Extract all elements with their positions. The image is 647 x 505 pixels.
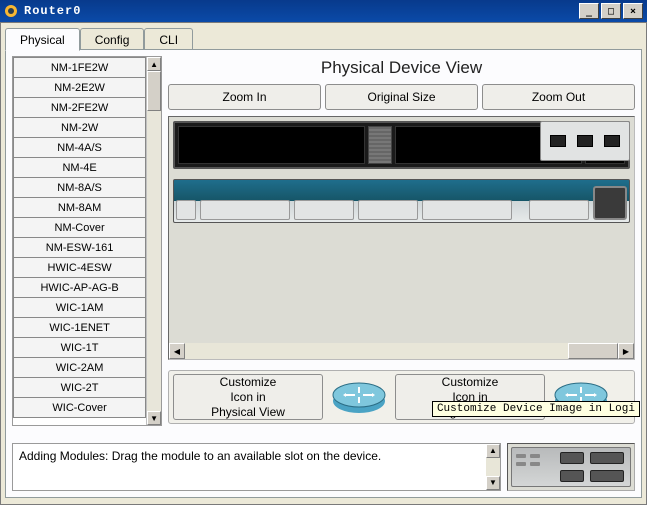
module-item[interactable]: WIC-1AM: [13, 297, 146, 318]
module-item[interactable]: NM-8AM: [13, 197, 146, 218]
chassis-slot-row-bottom[interactable]: [173, 179, 630, 223]
led-icon: [530, 454, 540, 458]
maximize-button[interactable]: □: [601, 3, 621, 19]
led-icon: [516, 454, 526, 458]
scroll-up-icon[interactable]: ▲: [147, 57, 161, 71]
module-scrollbar[interactable]: ▲ ▼: [147, 57, 161, 425]
port-icon[interactable]: [604, 135, 620, 147]
port-icon[interactable]: [577, 135, 593, 147]
titlebar: Router0 _ □ ×: [0, 0, 647, 22]
zoom-controls: Zoom In Original Size Zoom Out: [168, 84, 635, 110]
device-hscroll[interactable]: ◀ ▶: [169, 343, 634, 359]
scroll-down-icon[interactable]: ▼: [486, 476, 500, 490]
empty-slot[interactable]: [178, 126, 365, 164]
module-item[interactable]: NM-2FE2W: [13, 97, 146, 118]
led-icon: [530, 462, 540, 466]
module-item[interactable]: NM-ESW-161: [13, 237, 146, 258]
zoom-out-button[interactable]: Zoom Out: [482, 84, 635, 110]
scroll-left-icon[interactable]: ◀: [169, 343, 185, 359]
module-item[interactable]: WIC-2AM: [13, 357, 146, 378]
serial-port-icon: [590, 452, 624, 464]
module-item[interactable]: WIC-Cover: [13, 397, 146, 418]
chassis-ear: [368, 126, 392, 164]
customize-row: Customize Icon in Physical View Customiz…: [168, 370, 635, 424]
module-item[interactable]: NM-8A/S: [13, 177, 146, 198]
description-scrollbar[interactable]: ▲ ▼: [486, 444, 500, 490]
installed-module[interactable]: [540, 121, 630, 161]
module-item[interactable]: NM-2W: [13, 117, 146, 138]
window-title: Router0: [24, 4, 579, 18]
app-icon: [4, 4, 18, 18]
wic-slot[interactable]: [422, 200, 512, 220]
module-item[interactable]: HWIC-AP-AG-B: [13, 277, 146, 298]
module-description: Adding Modules: Drag the module to an av…: [12, 443, 501, 491]
power-input: [529, 200, 589, 220]
serial-port-icon: [560, 452, 584, 464]
tab-cli[interactable]: CLI: [144, 28, 193, 50]
module-item[interactable]: WIC-1T: [13, 337, 146, 358]
tab-config[interactable]: Config: [80, 28, 145, 50]
module-item[interactable]: NM-1FE2W: [13, 57, 146, 78]
power-switch[interactable]: [593, 186, 627, 220]
module-preview[interactable]: [507, 443, 635, 491]
serial-port-icon: [590, 470, 624, 482]
ethernet-ports[interactable]: [358, 200, 418, 220]
chassis-slot-row-top[interactable]: [173, 121, 630, 169]
customize-physical-button[interactable]: Customize Icon in Physical View: [173, 374, 323, 420]
module-thumbnail[interactable]: [511, 447, 631, 487]
scroll-track[interactable]: [185, 343, 618, 359]
scroll-track[interactable]: [486, 458, 500, 476]
module-list: NM-1FE2W NM-2E2W NM-2FE2W NM-2W NM-4A/S …: [13, 57, 147, 425]
module-item[interactable]: HWIC-4ESW: [13, 257, 146, 278]
router-icon: [331, 377, 387, 417]
serial-port-icon: [560, 470, 584, 482]
original-size-button[interactable]: Original Size: [325, 84, 478, 110]
scroll-down-icon[interactable]: ▼: [147, 411, 161, 425]
tab-physical[interactable]: Physical: [5, 28, 80, 51]
scroll-right-icon[interactable]: ▶: [618, 343, 634, 359]
power-led: [176, 200, 196, 220]
tooltip: Customize Device Image in Logi: [432, 401, 640, 417]
app-frame: Physical Config CLI NM-1FE2W NM-2E2W NM-…: [0, 22, 647, 505]
module-item[interactable]: NM-4E: [13, 157, 146, 178]
physical-view-title: Physical Device View: [168, 56, 635, 84]
close-button[interactable]: ×: [623, 3, 643, 19]
module-item[interactable]: WIC-1ENET: [13, 317, 146, 338]
physical-panel: NM-1FE2W NM-2E2W NM-2FE2W NM-2W NM-4A/S …: [5, 49, 642, 498]
tab-bar: Physical Config CLI: [1, 23, 646, 49]
description-text: Adding Modules: Drag the module to an av…: [19, 449, 381, 463]
zoom-in-button[interactable]: Zoom In: [168, 84, 321, 110]
port-icon[interactable]: [550, 135, 566, 147]
module-item[interactable]: NM-4A/S: [13, 137, 146, 158]
module-item[interactable]: NM-2E2W: [13, 77, 146, 98]
scroll-track[interactable]: [147, 111, 161, 411]
console-aux-ports[interactable]: [294, 200, 354, 220]
scroll-thumb[interactable]: [568, 343, 618, 359]
scroll-up-icon[interactable]: ▲: [486, 444, 500, 458]
minimize-button[interactable]: _: [579, 3, 599, 19]
module-item[interactable]: WIC-2T: [13, 377, 146, 398]
scroll-thumb[interactable]: [147, 71, 161, 111]
physical-view-area: Physical Device View Zoom In Original Si…: [168, 56, 635, 460]
device-viewport[interactable]: ◀ ▶: [168, 116, 635, 360]
compact-flash-slot[interactable]: [200, 200, 290, 220]
led-icon: [516, 462, 526, 466]
module-list-container: NM-1FE2W NM-2E2W NM-2FE2W NM-2W NM-4A/S …: [12, 56, 162, 426]
module-item[interactable]: NM-Cover: [13, 217, 146, 238]
